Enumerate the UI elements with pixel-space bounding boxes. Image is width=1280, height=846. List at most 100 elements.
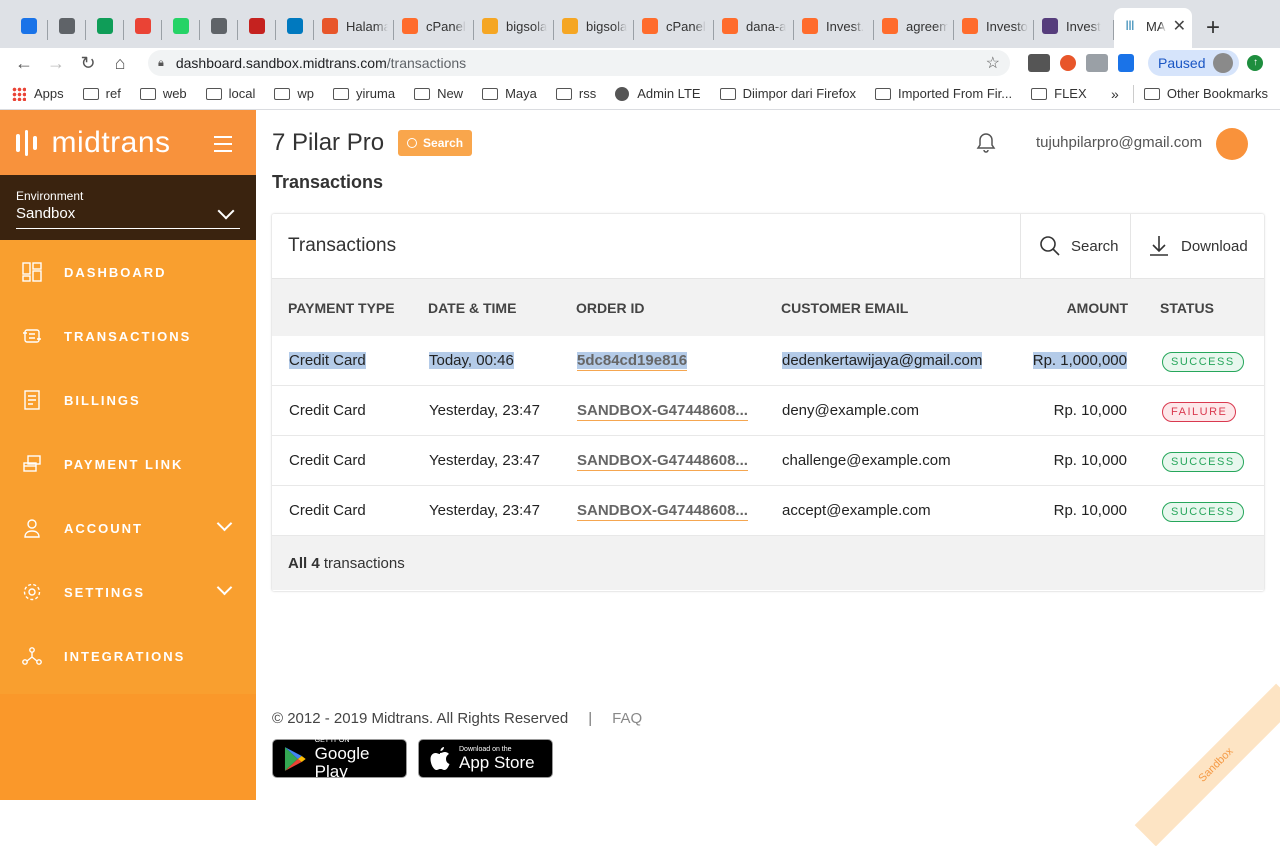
- browser-tab[interactable]: agreem: [874, 8, 954, 48]
- browser-tab-active[interactable]: ||| MA ✕: [1114, 8, 1192, 48]
- footer-suffix: transactions: [323, 554, 405, 572]
- column-header[interactable]: ORDER ID: [576, 300, 644, 316]
- sidebar-item-payment-link[interactable]: PAYMENT LINK: [0, 432, 256, 496]
- sidebar-item-label: ACCOUNT: [64, 520, 143, 536]
- bookmark-label: web: [162, 86, 187, 101]
- browser-tab[interactable]: [10, 8, 48, 48]
- column-header[interactable]: DATE & TIME: [428, 300, 516, 316]
- extension-icon[interactable]: [1060, 55, 1076, 71]
- order-id-link[interactable]: 5dc84cd19e816: [577, 352, 688, 371]
- bookmark-item[interactable]: Imported From Fir...: [874, 86, 1012, 101]
- app-store-badge[interactable]: Download on the App Store: [418, 739, 553, 778]
- extension-icon[interactable]: [1086, 54, 1108, 72]
- column-header[interactable]: CUSTOMER EMAIL: [781, 300, 908, 316]
- tab-favicon-icon: [249, 18, 265, 34]
- merchant-name: 7 Pilar Pro: [272, 128, 385, 156]
- bookmark-item[interactable]: Maya: [482, 86, 537, 101]
- sidebar-item-dashboard[interactable]: DASHBOARD: [0, 240, 256, 304]
- browser-tab[interactable]: [200, 8, 238, 48]
- bookmark-item[interactable]: yiruma: [333, 86, 395, 101]
- sidebar-item-transactions[interactable]: TRANSACTIONS: [0, 304, 256, 368]
- bookmarks-overflow-icon[interactable]: »: [1111, 86, 1119, 102]
- browser-tab[interactable]: [276, 8, 314, 48]
- download-button[interactable]: Download: [1130, 214, 1264, 278]
- column-header[interactable]: PAYMENT TYPE: [288, 300, 395, 316]
- table-row[interactable]: Credit Card Today, 00:46 5dc84cd19e816 dede…: [272, 336, 1264, 386]
- back-icon[interactable]: ←: [8, 53, 40, 74]
- browser-tab[interactable]: [162, 8, 200, 48]
- browser-tab[interactable]: cPanel: [394, 8, 474, 48]
- sidebar-item-billings[interactable]: BILLINGS: [0, 368, 256, 432]
- folder-icon: [1143, 87, 1160, 100]
- url-path: /transactions: [386, 55, 467, 71]
- bookmark-item[interactable]: Admin LTE: [615, 86, 701, 101]
- column-header[interactable]: STATUS: [1160, 300, 1214, 316]
- transactions-icon: [22, 326, 42, 346]
- home-icon[interactable]: ⌂: [104, 53, 136, 74]
- bookmark-label: Admin LTE: [637, 86, 701, 101]
- download-icon[interactable]: [1118, 54, 1134, 72]
- tab-favicon-icon: [482, 18, 498, 34]
- bookmark-item[interactable]: New: [414, 86, 463, 101]
- notification-bell-icon[interactable]: [976, 132, 996, 159]
- browser-tab[interactable]: [124, 8, 162, 48]
- page-title: Transactions: [272, 172, 384, 192]
- folder-icon: [719, 87, 736, 100]
- browser-tab[interactable]: bigsola: [554, 8, 634, 48]
- other-bookmarks[interactable]: Other Bookmarks: [1143, 86, 1268, 101]
- sidebar-item-settings[interactable]: SETTINGS: [0, 560, 256, 624]
- bookmark-item[interactable]: ref: [82, 86, 121, 101]
- search-button[interactable]: Search: [1020, 214, 1130, 278]
- midtrans-app: midtrans Environment Sandbox DASHBOARD TR…: [0, 110, 1280, 846]
- browser-tab[interactable]: [48, 8, 86, 48]
- folder-icon: [482, 87, 499, 100]
- tab-favicon-icon: [402, 18, 418, 34]
- user-email[interactable]: tujuhpilarpro@gmail.com: [1036, 134, 1202, 151]
- bookmark-item[interactable]: Diimpor dari Firefox: [719, 86, 856, 101]
- bookmark-star-icon[interactable]: ☆: [986, 53, 1000, 73]
- google-play-badge[interactable]: GET IT ON Google Play: [272, 737, 407, 780]
- order-id-link[interactable]: SANDBOX-G47448608...: [577, 452, 748, 471]
- merchant-search-button[interactable]: Search: [398, 129, 473, 156]
- table-row[interactable]: Credit Card Yesterday, 23:47 SANDBOX-G4744…: [272, 436, 1264, 486]
- browser-tab[interactable]: dana-a: [714, 8, 794, 48]
- hamburger-menu-icon[interactable]: [214, 136, 232, 157]
- environment-selector[interactable]: Environment Sandbox: [0, 175, 256, 240]
- midtrans-favicon-icon: |||: [1122, 18, 1138, 34]
- order-id-link[interactable]: SANDBOX-G47448608...: [577, 402, 748, 421]
- sidebar-item-account[interactable]: ACCOUNT: [0, 496, 256, 560]
- midtrans-logo[interactable]: midtrans: [16, 126, 171, 160]
- sidebar-item-integrations[interactable]: INTEGRATIONS: [0, 624, 256, 688]
- bookmark-item[interactable]: rss: [555, 86, 596, 101]
- sidebar: midtrans Environment Sandbox DASHBOARD TR…: [0, 110, 256, 800]
- browser-tab[interactable]: Halama: [314, 8, 394, 48]
- profile-button[interactable]: Paused: [1148, 50, 1240, 76]
- table-row[interactable]: Credit Card Yesterday, 23:47 SANDBOX-G4744…: [272, 486, 1264, 536]
- close-icon[interactable]: ✕: [1169, 16, 1186, 36]
- bookmark-item[interactable]: local: [205, 86, 255, 101]
- browser-tab[interactable]: [238, 8, 276, 48]
- faq-link[interactable]: FAQ: [612, 710, 642, 727]
- bookmark-item[interactable]: web: [139, 86, 187, 101]
- browser-tab[interactable]: Investo: [954, 8, 1034, 48]
- reload-icon[interactable]: ↻: [72, 53, 104, 74]
- browser-tab[interactable]: bigsola: [474, 8, 554, 48]
- address-bar[interactable]: 🔒︎ dashboard.sandbox.midtrans.com/transa…: [148, 50, 1010, 76]
- avatar[interactable]: [1216, 128, 1248, 160]
- browser-tab[interactable]: Invest: [1034, 8, 1114, 48]
- column-header[interactable]: AMOUNT: [1067, 300, 1128, 316]
- browser-tab[interactable]: cPanel: [634, 8, 714, 48]
- browser-tab[interactable]: [86, 8, 124, 48]
- bookmark-item[interactable]: Apps: [12, 86, 64, 101]
- extension-icon[interactable]: [1028, 54, 1050, 72]
- bookmark-item[interactable]: FLEX: [1031, 86, 1087, 101]
- order-id-link[interactable]: SANDBOX-G47448608...: [577, 502, 748, 521]
- bookmark-label: Diimpor dari Firefox: [742, 86, 856, 101]
- new-tab-button[interactable]: +: [1192, 16, 1220, 48]
- bookmark-item[interactable]: wp: [274, 86, 314, 101]
- forward-icon[interactable]: →: [40, 53, 72, 74]
- browser-tab[interactable]: Invest.: [794, 8, 874, 48]
- update-icon[interactable]: ↑: [1247, 55, 1264, 71]
- table-row[interactable]: Credit Card Yesterday, 23:47 SANDBOX-G4744…: [272, 386, 1264, 436]
- sidebar-item-label: TRANSACTIONS: [64, 328, 192, 344]
